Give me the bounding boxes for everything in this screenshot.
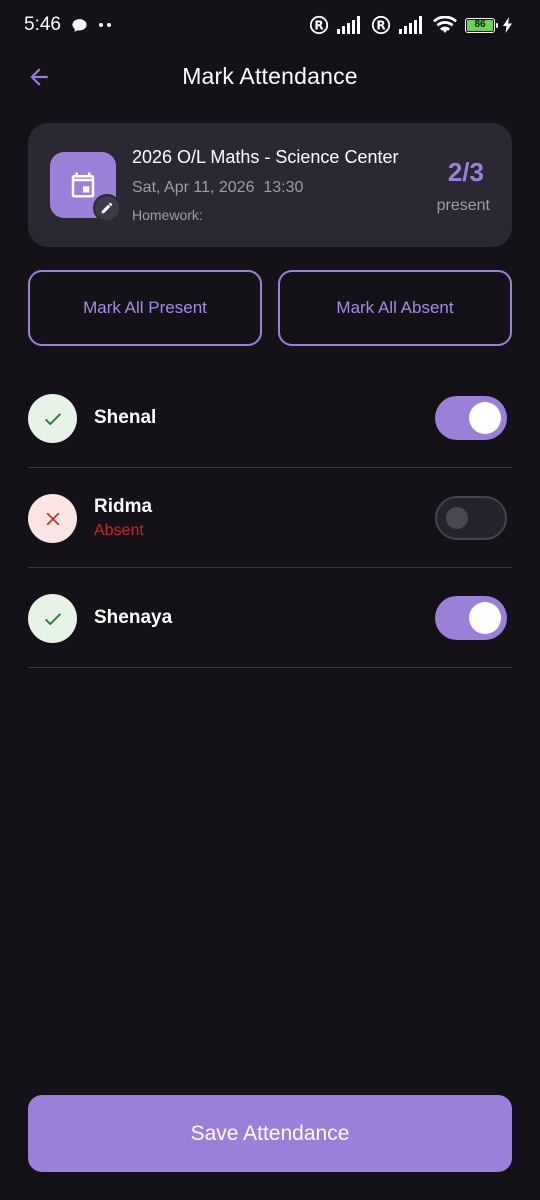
roaming-icon: R bbox=[309, 15, 329, 35]
student-row-ridma[interactable]: Ridma Absent bbox=[28, 468, 512, 568]
back-button[interactable] bbox=[22, 60, 56, 94]
edit-class-button[interactable] bbox=[93, 194, 121, 222]
page-title: Mark Attendance bbox=[182, 62, 358, 89]
svg-text:R: R bbox=[376, 19, 385, 33]
charging-bolt-icon bbox=[503, 17, 512, 33]
student-name: Ridma bbox=[94, 496, 153, 517]
class-info-card: 2026 O/L Maths - Science Center Sat, Apr… bbox=[28, 123, 512, 247]
battery-icon: 86 bbox=[465, 17, 498, 33]
mark-all-absent-button[interactable]: Mark All Absent bbox=[278, 270, 512, 346]
student-status-text: Absent bbox=[94, 522, 144, 539]
roaming-icon-2: R bbox=[371, 15, 391, 35]
calendar-icon bbox=[68, 170, 98, 200]
status-time: 5:46 bbox=[24, 14, 61, 35]
toggle-knob bbox=[469, 402, 501, 434]
toggle-knob bbox=[446, 507, 468, 529]
absent-status-badge bbox=[28, 494, 77, 543]
svg-text:R: R bbox=[314, 19, 323, 33]
present-status-badge bbox=[28, 594, 77, 643]
present-count: 2/3 bbox=[447, 157, 484, 187]
toggle-knob bbox=[469, 602, 501, 634]
close-icon bbox=[43, 509, 63, 529]
class-title: 2026 O/L Maths - Science Center bbox=[132, 147, 399, 167]
mark-all-present-button[interactable]: Mark All Present bbox=[28, 270, 262, 346]
class-homework: Homework: bbox=[132, 207, 203, 223]
class-datetime: Sat, Apr 11, 2026 13:30 bbox=[132, 179, 304, 196]
wifi-icon bbox=[433, 16, 457, 34]
battery-level: 86 bbox=[467, 19, 493, 31]
arrow-left-icon bbox=[26, 64, 52, 90]
check-icon bbox=[42, 608, 64, 630]
save-attendance-button[interactable]: Save Attendance bbox=[28, 1095, 512, 1172]
chat-bubble-icon bbox=[71, 17, 88, 34]
more-dots-icon bbox=[98, 22, 112, 28]
present-count-label: present bbox=[436, 197, 490, 214]
student-name: Shenal bbox=[94, 407, 157, 428]
student-row-shenaya[interactable]: Shenaya bbox=[28, 568, 512, 668]
student-name: Shenaya bbox=[94, 607, 173, 628]
check-icon bbox=[42, 408, 64, 430]
attendance-toggle[interactable] bbox=[435, 396, 507, 440]
pencil-icon bbox=[100, 201, 114, 215]
present-status-badge bbox=[28, 394, 77, 443]
status-bar: 5:46 R R 86 bbox=[0, 0, 540, 50]
signal-strength-icon-2 bbox=[399, 16, 425, 34]
attendance-toggle[interactable] bbox=[435, 496, 507, 540]
attendance-toggle[interactable] bbox=[435, 596, 507, 640]
student-row-shenal[interactable]: Shenal bbox=[28, 368, 512, 468]
signal-strength-icon bbox=[337, 16, 363, 34]
app-bar: Mark Attendance bbox=[0, 50, 540, 102]
